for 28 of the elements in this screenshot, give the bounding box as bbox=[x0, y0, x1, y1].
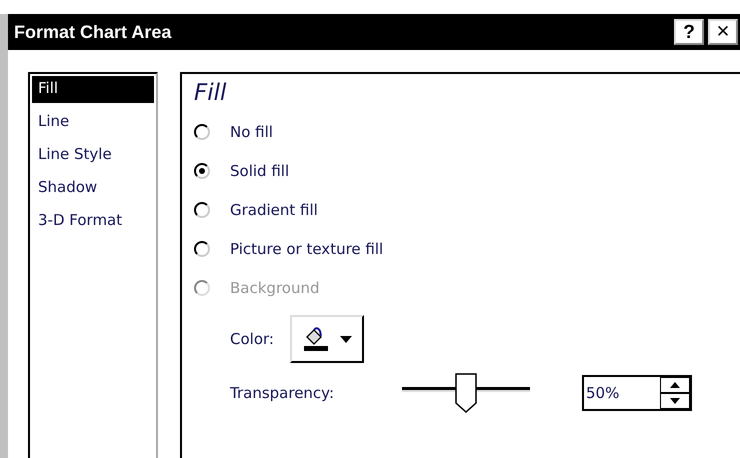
window-title: Format Chart Area bbox=[14, 22, 172, 42]
transparency-slider[interactable] bbox=[402, 373, 530, 413]
spinner-value: 50% bbox=[586, 384, 620, 402]
help-button[interactable]: ? bbox=[674, 19, 704, 45]
transparency-spinner[interactable]: 50% bbox=[582, 375, 692, 411]
radio-label[interactable]: Solid fill bbox=[230, 162, 290, 180]
radio-button[interactable] bbox=[194, 202, 210, 218]
slider-thumb[interactable] bbox=[455, 373, 477, 413]
radio-label[interactable]: Picture or texture fill bbox=[230, 240, 384, 258]
radio-button[interactable] bbox=[194, 162, 210, 178]
paint-bucket-icon bbox=[302, 327, 330, 351]
category-item[interactable]: Fill bbox=[32, 76, 154, 103]
dropdown-arrow-icon bbox=[340, 336, 352, 342]
color-label: Color: bbox=[230, 330, 274, 348]
radio-label[interactable]: Gradient fill bbox=[230, 200, 318, 218]
spin-up-icon bbox=[660, 377, 690, 393]
category-item[interactable]: Line bbox=[32, 109, 154, 136]
radio-label[interactable]: No fill bbox=[230, 122, 273, 140]
radio-button[interactable] bbox=[194, 240, 210, 256]
category-item[interactable]: Line Style bbox=[32, 142, 154, 169]
spin-down-icon bbox=[660, 393, 690, 409]
radio-button[interactable] bbox=[194, 124, 210, 140]
category-item[interactable]: Shadow bbox=[32, 175, 154, 202]
category-item[interactable]: 3-D Format bbox=[32, 208, 154, 235]
transparency-label: Transparency: bbox=[230, 384, 336, 402]
close-button[interactable]: ✕ bbox=[708, 19, 738, 45]
section-heading: Fill bbox=[194, 80, 228, 106]
color-picker-button[interactable] bbox=[290, 315, 364, 363]
